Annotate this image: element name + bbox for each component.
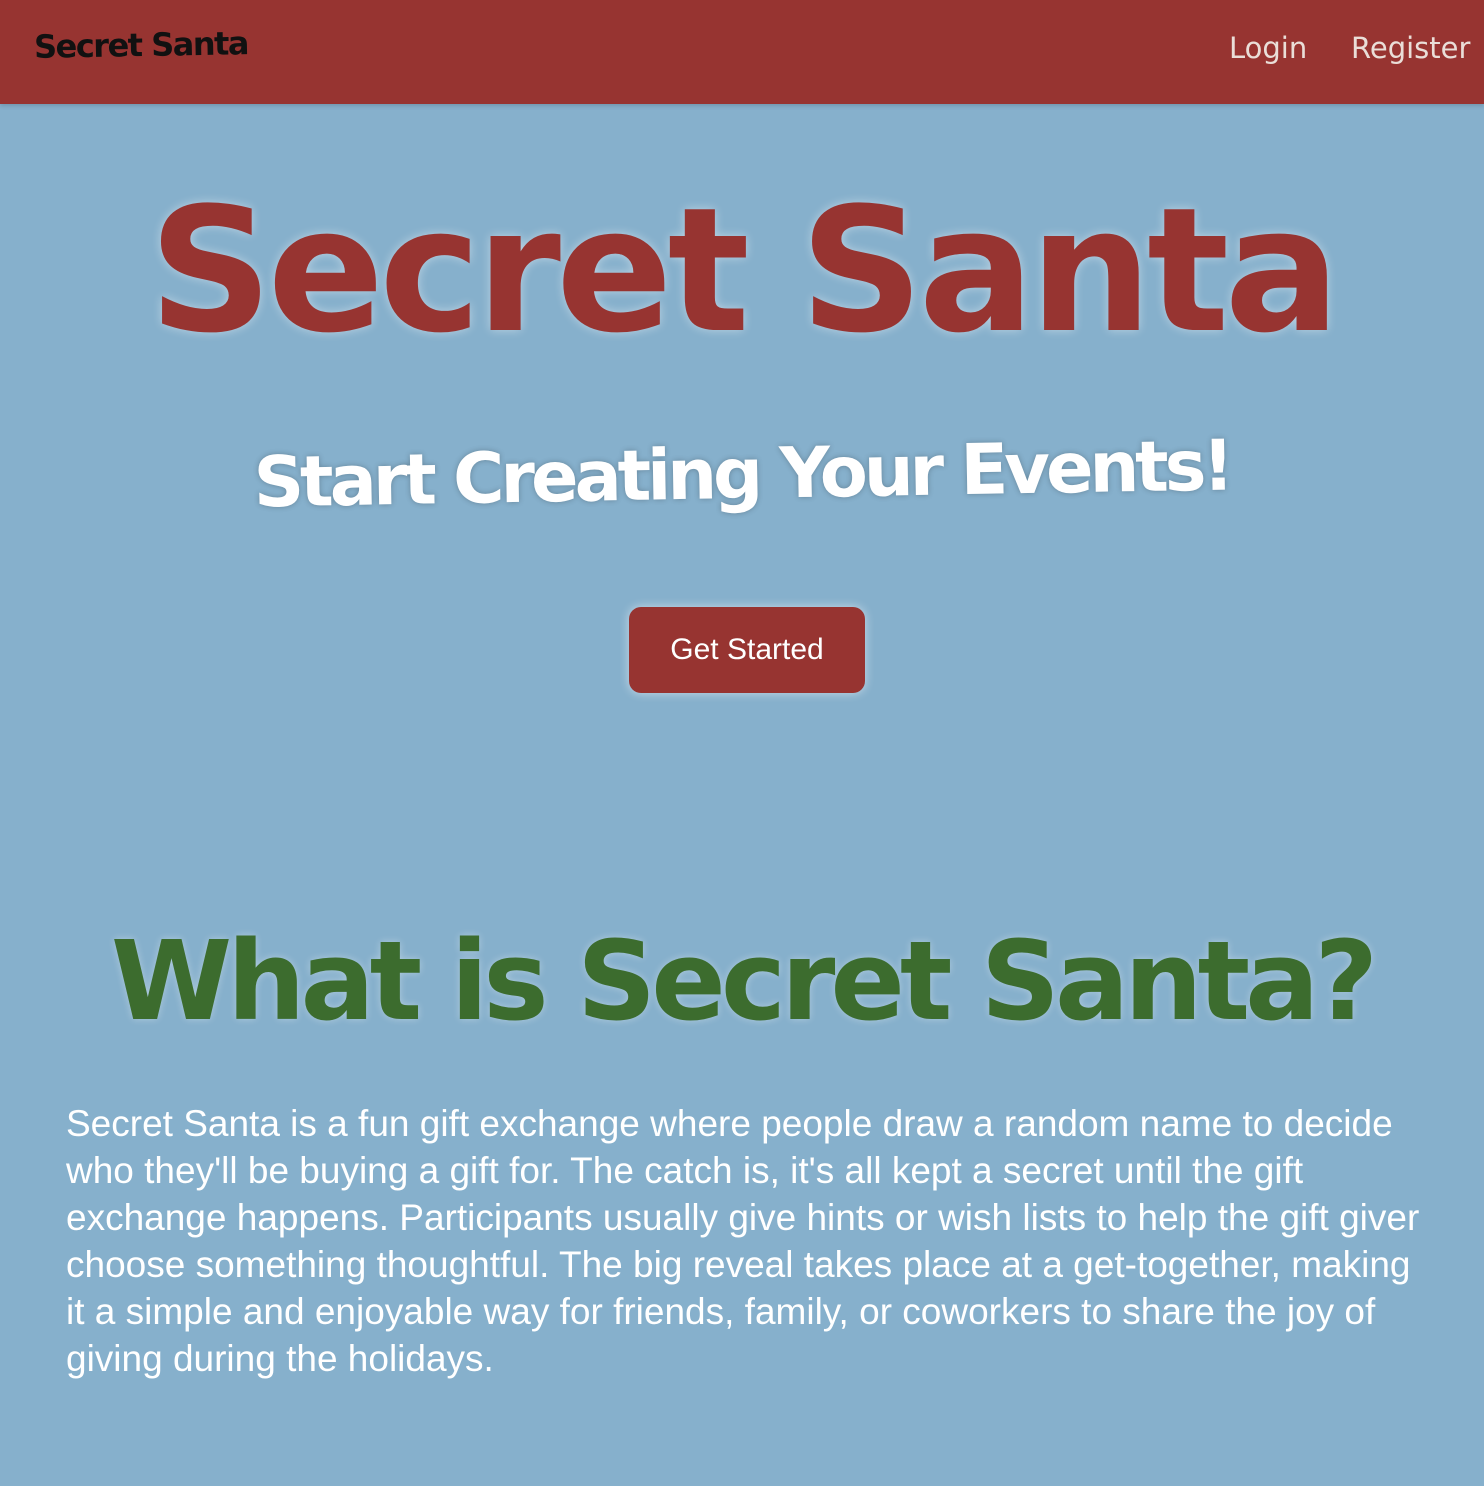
about-description: Secret Santa is a fun gift exchange wher… xyxy=(66,1103,1420,1379)
login-link[interactable]: Login xyxy=(1229,31,1307,65)
brand-logo-link[interactable]: Secret Santa xyxy=(34,24,249,66)
hero-title: Secret Santa xyxy=(148,170,1341,371)
hero-subtitle: Start Creating Your Events! xyxy=(252,424,1232,524)
top-navbar: Secret Santa Login Register xyxy=(0,0,1484,104)
about-heading: What is Secret Santa? xyxy=(110,917,1378,1045)
get-started-button[interactable]: Get Started xyxy=(629,607,865,693)
register-link[interactable]: Register xyxy=(1351,31,1470,65)
